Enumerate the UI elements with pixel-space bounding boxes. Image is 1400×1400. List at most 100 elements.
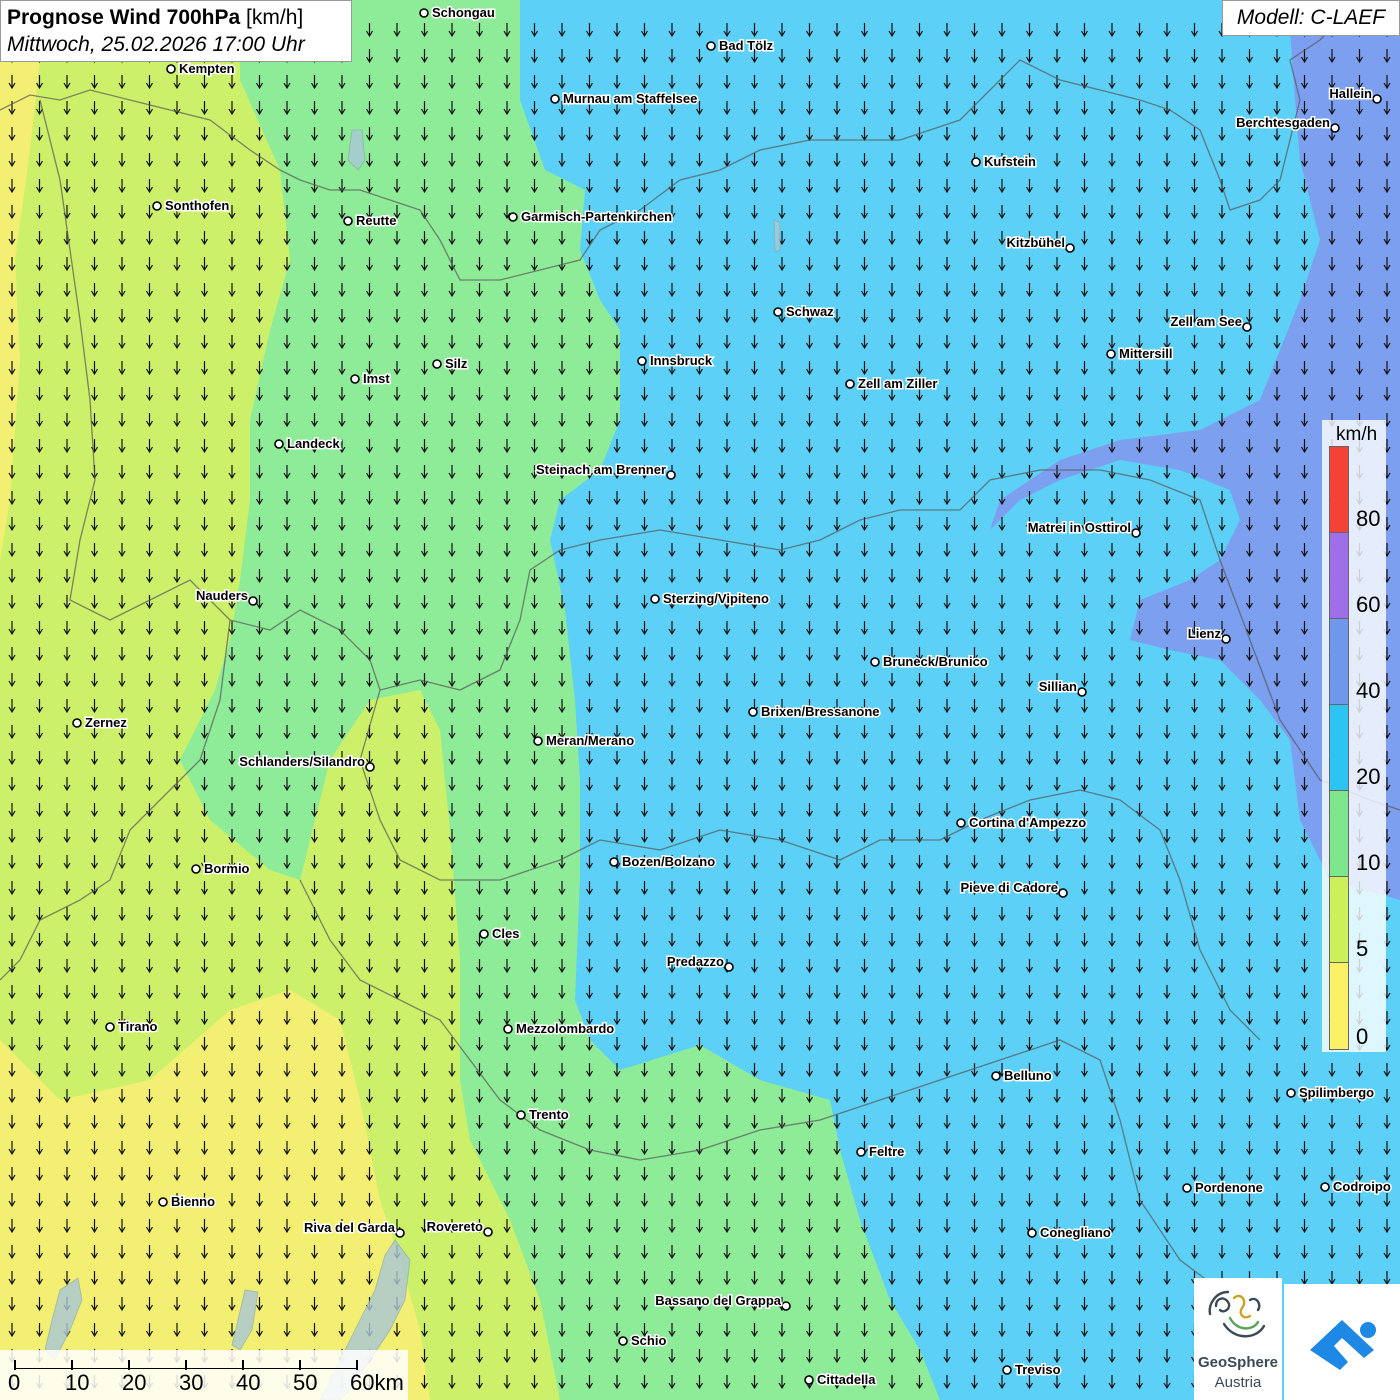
city-label: Bozen/Bolzano: [622, 854, 715, 869]
city-label: Imst: [363, 371, 390, 386]
legend-color-bar: [1329, 446, 1349, 1050]
city-label: Meran/Merano: [546, 733, 634, 748]
city-dot: [637, 356, 647, 366]
city-label: Pieve di Cadore: [960, 880, 1058, 895]
legend-label: 40: [1356, 678, 1381, 703]
city-dot: [748, 707, 758, 717]
city-label: Bienno: [171, 1194, 215, 1209]
city-marker[interactable]: Predazzo: [665, 953, 734, 972]
city-label: Schongau: [432, 5, 495, 20]
city-dot: [152, 201, 162, 211]
city-marker[interactable]: Innsbruck: [637, 352, 714, 370]
city-label: Murnau am Staffelsee: [563, 91, 697, 106]
city-marker[interactable]: Bruneck/Brunico: [870, 653, 989, 671]
city-dot: [666, 470, 676, 480]
city-dot: [1286, 1088, 1296, 1098]
city-dot: [483, 1227, 493, 1237]
city-label: Schwaz: [786, 304, 834, 319]
city-dot: [706, 41, 716, 51]
scale-label: 50: [293, 1370, 318, 1395]
scale-tick: [128, 1360, 130, 1370]
city-dot: [956, 818, 966, 828]
map-canvas: Schongau Bad Tölz Kempten Hallein Murnau am …: [0, 0, 1400, 1400]
city-marker[interactable]: Schongau: [419, 4, 496, 22]
model-label: Modell: C-LAEF: [1222, 0, 1400, 36]
scale-label: 20: [122, 1370, 147, 1395]
city-marker[interactable]: Cortina d'Ampezzo: [956, 814, 1088, 832]
legend-segment: [1330, 963, 1348, 1049]
city-marker[interactable]: Schlanders/Silandro: [238, 753, 375, 772]
city-label: Lienz: [1188, 626, 1222, 641]
city-dot: [870, 657, 880, 667]
city-dot: [105, 1022, 115, 1032]
scale-label: 40: [236, 1370, 261, 1395]
city-marker[interactable]: Spilimbergo: [1286, 1084, 1376, 1102]
city-marker[interactable]: Sonthofen: [152, 197, 231, 215]
city-label: Landeck: [287, 436, 341, 451]
city-label: Kufstein: [984, 154, 1036, 169]
city-marker[interactable]: Sterzing/Vipiteno: [650, 590, 770, 608]
city-label: Cortina d'Ampezzo: [969, 815, 1086, 830]
city-dot: [650, 594, 660, 604]
city-marker[interactable]: Conegliano: [1027, 1224, 1112, 1242]
map-title-box: Prognose Wind 700hPa [km/h] Mittwoch, 25…: [0, 0, 352, 62]
app-logo[interactable]: [1284, 1284, 1400, 1400]
city-label: Bassano del Grappa: [655, 1293, 781, 1308]
logo-name: GeoSphere: [1197, 1354, 1279, 1371]
legend-segment: [1330, 447, 1348, 533]
scale-label: 0: [8, 1370, 21, 1395]
city-marker[interactable]: Steinach am Brenner: [534, 461, 676, 480]
city-label: Codroipo: [1333, 1179, 1391, 1194]
city-label: Innsbruck: [650, 353, 713, 368]
city-label: Zell am See: [1170, 314, 1242, 329]
city-marker[interactable]: Pieve di Cadore: [959, 879, 1068, 898]
city-dot: [609, 857, 619, 867]
city-dot: [343, 216, 353, 226]
city-label: Kitzbühel: [1007, 235, 1066, 250]
city-marker[interactable]: Meran/Merano: [533, 732, 636, 750]
city-label: Cles: [492, 926, 519, 941]
city-label: Zell am Ziller: [858, 376, 937, 391]
city-dot: [1242, 322, 1252, 332]
city-marker[interactable]: Nauders: [194, 587, 258, 606]
city-marker[interactable]: Bassano del Grappa: [654, 1292, 791, 1311]
city-marker[interactable]: Zell am See: [1169, 313, 1252, 332]
city-marker[interactable]: Garmisch-Partenkirchen: [508, 208, 674, 226]
city-dot: [845, 379, 855, 389]
city-marker[interactable]: Brixen/Bressanone: [748, 703, 881, 721]
geosphere-logo-icon: [1208, 1290, 1266, 1338]
wind-forecast-map[interactable]: Schongau Bad Tölz Kempten Hallein Murnau am …: [0, 0, 1400, 1400]
color-legend: km/h 80 60 40 20 10 5 0: [1322, 420, 1386, 1052]
city-dot: [395, 1228, 405, 1238]
city-label: Nauders: [196, 588, 248, 603]
city-label: Conegliano: [1040, 1225, 1111, 1240]
city-label: Sonthofen: [165, 198, 229, 213]
city-marker[interactable]: Pordenone: [1182, 1179, 1264, 1197]
legend-label: 5: [1356, 936, 1369, 961]
city-marker[interactable]: Riva del Garda: [302, 1219, 405, 1238]
city-dot: [724, 962, 734, 972]
city-dot: [1330, 123, 1340, 133]
city-marker[interactable]: Mezzolombardo: [503, 1020, 616, 1038]
city-dot: [1320, 1182, 1330, 1192]
scale-tick: [185, 1360, 187, 1370]
legend-label: 20: [1356, 764, 1381, 789]
city-dot: [1027, 1228, 1037, 1238]
geosphere-logo[interactable]: GeoSphere Austria: [1194, 1278, 1282, 1400]
city-dot: [1065, 243, 1075, 253]
city-label: Matrei in Osttirol: [1028, 520, 1131, 535]
city-marker[interactable]: Berchtesgaden: [1235, 114, 1340, 133]
city-marker[interactable]: Murnau am Staffelsee: [550, 90, 699, 108]
city-label: Belluno: [1004, 1068, 1052, 1083]
city-marker[interactable]: Rovereto: [425, 1218, 493, 1237]
city-marker[interactable]: Bozen/Bolzano: [609, 853, 717, 871]
city-dot: [503, 1024, 513, 1034]
legend-segment: [1330, 533, 1348, 619]
city-marker[interactable]: Zell am Ziller: [845, 375, 939, 393]
legend-label: 80: [1356, 506, 1381, 531]
city-dot: [804, 1375, 814, 1385]
city-marker[interactable]: Matrei in Osttirol: [1026, 519, 1141, 538]
city-label: Spilimbergo: [1299, 1085, 1374, 1100]
city-dot: [1002, 1365, 1012, 1375]
city-marker[interactable]: Kitzbühel: [1005, 234, 1075, 253]
